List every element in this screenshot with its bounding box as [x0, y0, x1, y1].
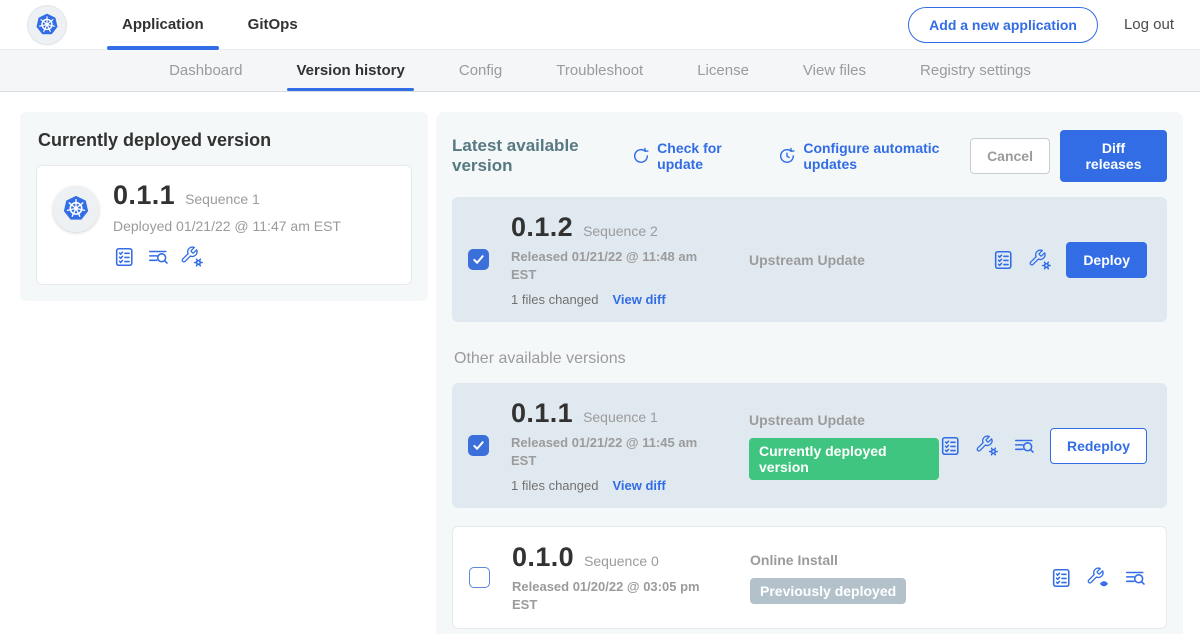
diff-releases-button[interactable]: Diff releases	[1060, 130, 1167, 182]
released-timestamp: Released 01/20/22 @ 03:05 pm EST	[512, 578, 710, 613]
files-changed-label: 1 files changed	[511, 478, 598, 493]
version-checkbox-0-1-1[interactable]	[468, 435, 489, 456]
sequence-label: Sequence 0	[584, 553, 659, 569]
released-timestamp: Released 01/21/22 @ 11:48 am EST	[511, 248, 709, 283]
version-info-column: 0.1.2 Sequence 2 Released 01/21/22 @ 11:…	[511, 212, 723, 307]
release-notes-icon[interactable]	[939, 435, 961, 457]
app-window: Application GitOps Add a new application…	[0, 0, 1200, 634]
version-row-0-1-2: 0.1.2 Sequence 2 Released 01/21/22 @ 11:…	[452, 197, 1167, 322]
version-info-column: 0.1.0 Sequence 0 Released 01/20/22 @ 03:…	[512, 542, 724, 613]
version-actions: Deploy	[992, 242, 1147, 278]
tab-dashboard[interactable]: Dashboard	[142, 50, 269, 91]
release-notes-icon[interactable]	[1050, 567, 1072, 589]
deploy-button[interactable]: Deploy	[1066, 242, 1147, 278]
view-diff-link[interactable]: View diff	[612, 292, 665, 307]
tab-config[interactable]: Config	[432, 50, 529, 91]
version-source-column: Upstream Update	[749, 252, 992, 268]
version-history-panel: Latest available version Check for updat…	[436, 112, 1183, 634]
edit-config-icon[interactable]	[181, 246, 203, 268]
sequence-label: Sequence 1	[583, 409, 658, 425]
files-changed-label: 1 files changed	[511, 292, 598, 307]
edit-config-icon[interactable]	[1029, 249, 1051, 271]
kubernetes-logo-icon	[28, 6, 66, 44]
version-row-0-1-1: 0.1.1 Sequence 1 Released 01/21/22 @ 11:…	[452, 383, 1167, 508]
view-files-icon[interactable]	[147, 246, 169, 268]
source-label: Upstream Update	[749, 412, 939, 428]
check-for-update-link[interactable]: Check for update	[632, 140, 754, 172]
view-files-icon[interactable]	[1013, 435, 1035, 457]
sequence-label: Sequence 2	[583, 223, 658, 239]
version-actions	[1050, 567, 1146, 589]
source-label: Upstream Update	[749, 252, 992, 268]
refresh-icon	[632, 147, 650, 165]
release-notes-icon[interactable]	[992, 249, 1014, 271]
currently-deployed-panel: Currently deployed version 0.1.1 Sequenc…	[20, 112, 428, 301]
version-checkbox-0-1-0[interactable]	[469, 567, 490, 588]
view-diff-link[interactable]: View diff	[612, 478, 665, 493]
deployed-sequence-label: Sequence 1	[185, 191, 260, 207]
version-number: 0.1.1	[511, 398, 573, 429]
version-source-column: Upstream Update Currently deployed versi…	[749, 412, 939, 480]
released-timestamp: Released 01/21/22 @ 11:45 am EST	[511, 434, 709, 469]
configure-automatic-updates-link[interactable]: Configure automatic updates	[778, 140, 970, 172]
deployed-timestamp: Deployed 01/21/22 @ 11:47 am EST	[113, 218, 341, 234]
schedule-update-icon	[778, 147, 796, 165]
tab-license[interactable]: License	[670, 50, 776, 91]
currently-deployed-title: Currently deployed version	[38, 130, 412, 151]
view-files-icon[interactable]	[1124, 567, 1146, 589]
tab-view-files[interactable]: View files	[776, 50, 893, 91]
top-nav-tabs: Application GitOps	[100, 0, 320, 50]
logout-link[interactable]: Log out	[1124, 16, 1174, 33]
view-config-icon[interactable]	[1087, 567, 1109, 589]
cancel-button[interactable]: Cancel	[970, 138, 1050, 174]
latest-version-title: Latest available version	[452, 136, 620, 176]
tab-gitops[interactable]: GitOps	[226, 0, 320, 50]
redeploy-button[interactable]: Redeploy	[1050, 428, 1147, 464]
add-application-button[interactable]: Add a new application	[908, 7, 1098, 43]
version-number: 0.1.2	[511, 212, 573, 243]
tab-registry-settings[interactable]: Registry settings	[893, 50, 1058, 91]
tab-version-history[interactable]: Version history	[269, 50, 431, 91]
deployed-version-info: 0.1.1 Sequence 1 Deployed 01/21/22 @ 11:…	[113, 180, 341, 268]
currently-deployed-card: 0.1.1 Sequence 1 Deployed 01/21/22 @ 11:…	[36, 165, 412, 285]
tab-application[interactable]: Application	[100, 0, 226, 50]
kubernetes-app-icon	[53, 186, 99, 232]
version-number: 0.1.0	[512, 542, 574, 573]
check-for-update-label: Check for update	[657, 140, 754, 172]
currently-deployed-badge: Currently deployed version	[749, 438, 939, 480]
top-navbar: Application GitOps Add a new application…	[0, 0, 1200, 50]
source-label: Online Install	[750, 552, 1050, 568]
configure-automatic-updates-label: Configure automatic updates	[803, 140, 970, 172]
version-checkbox-0-1-2[interactable]	[468, 249, 489, 270]
deployed-version-number: 0.1.1	[113, 180, 175, 211]
tab-troubleshoot[interactable]: Troubleshoot	[529, 50, 670, 91]
release-notes-icon[interactable]	[113, 246, 135, 268]
version-actions: Redeploy	[939, 428, 1147, 464]
previously-deployed-badge: Previously deployed	[750, 578, 906, 604]
latest-version-header: Latest available version Check for updat…	[452, 130, 1167, 182]
main-content: Currently deployed version 0.1.1 Sequenc…	[0, 92, 1200, 634]
edit-config-icon[interactable]	[976, 435, 998, 457]
app-subnav: Dashboard Version history Config Trouble…	[0, 50, 1200, 92]
version-row-0-1-0: 0.1.0 Sequence 0 Released 01/20/22 @ 03:…	[452, 526, 1167, 629]
other-versions-label: Other available versions	[454, 350, 1167, 368]
version-source-column: Online Install Previously deployed	[750, 552, 1050, 604]
version-info-column: 0.1.1 Sequence 1 Released 01/21/22 @ 11:…	[511, 398, 723, 493]
